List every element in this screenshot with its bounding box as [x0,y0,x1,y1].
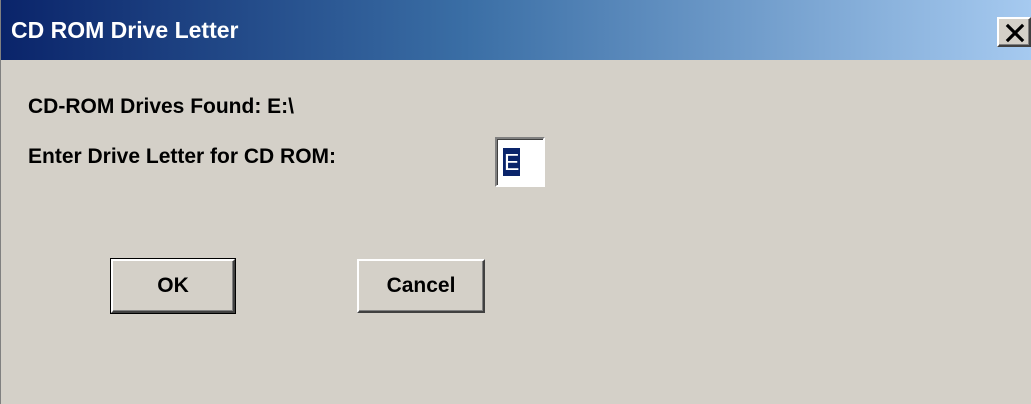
window-title: CD ROM Drive Letter [11,17,239,43]
title-bar[interactable]: CD ROM Drive Letter [1,0,1031,60]
drives-found-label: CD-ROM Drives Found: E:\ [28,95,294,118]
drive-letter-label: Enter Drive Letter for CD ROM: [28,145,337,168]
close-icon [1005,23,1025,43]
close-button[interactable] [997,17,1031,47]
drive-letter-value: E [503,148,521,176]
ok-button[interactable]: OK [110,258,236,314]
drive-letter-input[interactable]: E [495,137,545,187]
cancel-button[interactable]: Cancel [357,259,485,313]
dialog-window: CD ROM Drive Letter CD-ROM Drives Found:… [0,0,1031,404]
